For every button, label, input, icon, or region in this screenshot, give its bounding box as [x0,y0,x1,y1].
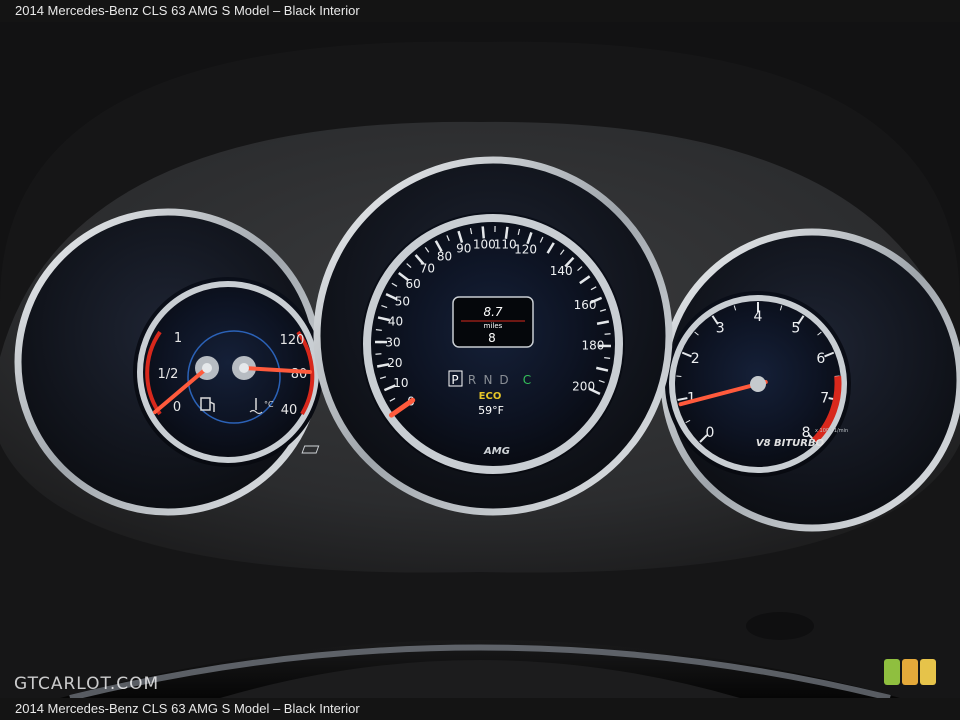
tach-label-2: 2 [691,351,700,367]
speed-label-50: 50 [395,295,410,309]
speed-tick [375,329,382,331]
tach-label-0: 0 [705,425,714,441]
gear-d: D [499,373,508,387]
tach-label-6: 6 [816,351,825,367]
tachometer: 012345678 V8 BITURBO x 1000 1/min [660,228,960,532]
speed-label-10: 10 [393,376,408,390]
speed-tick [375,353,382,355]
brand-label: AMG [483,446,510,457]
speed-label-180: 180 [582,339,605,353]
tach-label-5: 5 [791,320,800,336]
fuel-label-half: 1/2 [158,367,179,382]
tach-needle-hub [750,376,766,392]
temp-label-40: 40 [281,403,298,418]
fuel-label-empty: 0 [173,400,181,415]
instrument-cluster-photo: 1 1/2 0 120 80 40 °C 0 1 23 4 56 7 8 V8 BITURB… [0,22,960,698]
speed-label-40: 40 [388,315,403,329]
speed-tick [604,357,611,359]
gear-p: P [451,373,458,387]
gear-r: R [468,373,476,387]
speed-label-60: 60 [405,277,420,291]
speed-label-30: 30 [385,335,400,349]
watermark: GTCARLOT.COM [14,674,160,694]
speed-label-80: 80 [437,250,452,264]
tach-label-7: 7 [820,390,829,406]
speed-label-200: 200 [572,379,595,393]
tach-unit-label: x 1000 1/min [815,428,848,434]
caption-bottom: 2014 Mercedes-Benz CLS 63 AMG S Model – … [15,701,360,716]
transmission-mode: C [523,373,531,387]
speed-label-140: 140 [550,264,573,278]
fuel-label-full: 1 [174,331,182,346]
caption-bar-bottom: 2014 Mercedes-Benz CLS 63 AMG S Model – … [0,698,960,720]
gtcarlot-logo [884,659,936,685]
speed-label-20: 20 [387,356,402,370]
speed-tick [604,333,611,335]
caption-bar-top: 2014 Mercedes-Benz CLS 63 AMG S Model – … [0,0,960,22]
eco-indicator: ECO [479,391,502,402]
tach-label-3: 3 [716,320,725,336]
speed-label-120: 120 [514,242,537,256]
speed-label-70: 70 [420,262,435,276]
trip-value: 8.7 [483,305,502,319]
speed-label-100: 100 [473,237,496,251]
gear-n: N [484,373,493,387]
speaker-grille [746,612,814,640]
temp-label-120: 120 [280,333,305,348]
speed-label-160: 160 [574,298,597,312]
odometer-value: 8 [488,331,496,345]
trip-unit: miles [484,322,503,330]
temp-unit-label: °C [264,400,274,409]
tach-label-4: 4 [754,309,763,325]
outside-temperature: 59°F [478,404,504,417]
speed-label-90: 90 [456,241,471,255]
engine-label: V8 BITURBO [756,438,825,449]
caption-top: 2014 Mercedes-Benz CLS 63 AMG S Model – … [15,3,360,18]
fuel-temp-gauge: 1 1/2 0 120 80 40 °C [14,208,323,516]
